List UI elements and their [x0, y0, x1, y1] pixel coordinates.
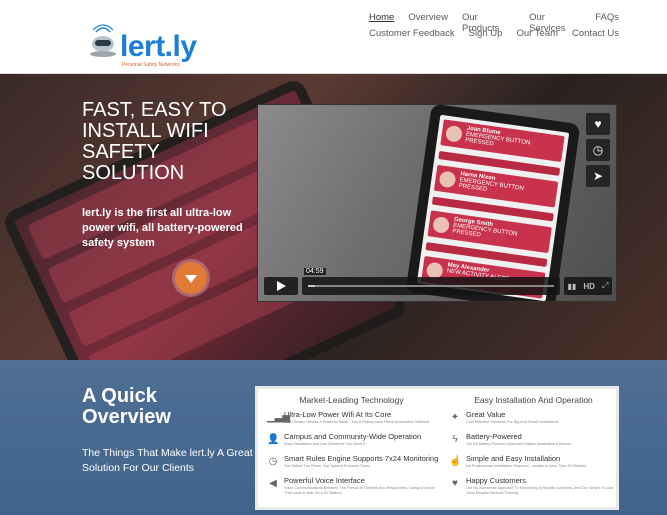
fullscreen-icon[interactable]: ⤢ — [602, 281, 608, 291]
nav-row-primary: Home Overview Our Products Our Services … — [369, 12, 619, 34]
nav-overview[interactable]: Overview — [408, 12, 448, 28]
overview-subtitle: The Things That Make lert.ly A Great Sol… — [82, 447, 253, 474]
user-icon: 👤 — [267, 434, 280, 445]
nav-our-services[interactable]: Our Services — [529, 12, 581, 34]
clock-icon: ◷ — [268, 456, 278, 467]
column-heading: Market-Leading Technology — [299, 395, 404, 405]
features-panel: Market-Leading Technology ▁▃▅ Ultra-Low P… — [255, 386, 619, 510]
feature-title: Ultra-Low Power Wifi At Its Core — [284, 410, 392, 419]
progress-fill — [308, 285, 316, 287]
speaker-icon: ◀ — [269, 478, 277, 489]
nav-our-products[interactable]: Our Products — [462, 12, 515, 34]
feature-item: ♥ Happy Customers Our No-Nonsense Approach… — [446, 477, 621, 495]
heart-icon: ♥ — [452, 478, 458, 489]
feature-title: Simple and Easy Installation — [466, 454, 561, 463]
progress-track[interactable] — [308, 285, 554, 287]
magic-icon: ✦ — [450, 412, 460, 423]
feature-item: ◀ Powerful Voice Interface Voice Communica… — [264, 477, 439, 495]
video-tools: ▮▮ HD ⤢ — [564, 277, 612, 295]
feature-title: Powerful Voice Interface — [284, 476, 365, 485]
feature-item: ◷ Smart Rules Engine Supports 7x24 Monito… — [264, 455, 439, 472]
send-icon[interactable]: ➤ — [586, 165, 610, 187]
video-controls: 04:59 ▮▮ HD ⤢ — [264, 268, 612, 295]
feature-desc: Each Device Utilizes A Powerful Radio - … — [284, 420, 429, 424]
feature-desc: Our No-Nonsense Approach To Monitoring I… — [466, 486, 614, 495]
feature-desc: Easy Installation And Use Wherever You N… — [284, 442, 366, 446]
signal-icon: ▁▃▅ — [267, 412, 291, 423]
hero-title: FAST, EASY TO INSTALL WIFI SAFETY SOLUTI… — [82, 99, 227, 184]
column-heading: Easy Installation And Operation — [474, 395, 593, 405]
nav-row-secondary: Customer Feedback Sign Up Our Team Conta… — [369, 28, 619, 44]
logo-robot-icon — [90, 24, 116, 57]
feature-title: Campus and Community-Wide Operation — [284, 432, 422, 441]
nav-home[interactable]: Home — [369, 12, 394, 28]
play-button[interactable] — [264, 277, 298, 295]
feature-title: Great Value — [466, 410, 506, 419]
clock-icon[interactable]: ◷ — [586, 139, 610, 161]
feature-desc: Cost Effective Solutions For Big And Sma… — [466, 420, 559, 424]
nav-faqs[interactable]: FAQs — [595, 12, 619, 28]
hd-button[interactable]: HD — [583, 282, 595, 291]
feature-title: Smart Rules Engine Supports 7x24 Monitor… — [284, 454, 439, 463]
nav-contact-us[interactable]: Contact Us — [572, 28, 619, 44]
heart-icon[interactable]: ♥ — [586, 113, 610, 135]
feature-desc: Our All Battery Powered Approach Makes I… — [466, 442, 572, 446]
nav-our-team[interactable]: Our Team — [516, 28, 558, 44]
feature-desc: You Define The Rules, Our System Enforce… — [284, 464, 370, 468]
hero-description: lert.ly is the first all ultra-low power… — [82, 207, 243, 249]
nav-sign-up[interactable]: Sign Up — [469, 28, 503, 44]
overview-title: A Quick Overview — [82, 385, 171, 428]
feature-desc: No Professional Installation Required - … — [466, 464, 587, 468]
scroll-down-icon[interactable] — [175, 262, 207, 294]
feature-item: ✦ Great Value Cost Effective Solutions For… — [446, 411, 621, 428]
thumbs-up-icon: ☝ — [449, 456, 462, 467]
feature-title: Happy Customers — [466, 476, 527, 485]
bolt-icon: ϟ — [452, 434, 458, 445]
features-column-right: Easy Installation And Operation ✦ Great V… — [446, 395, 621, 500]
video-tablet-image: Joan Blume EMERGENCY BUTTON PRESSED Harna… — [405, 105, 581, 301]
features-column-left: Market-Leading Technology ▁▃▅ Ultra-Low P… — [264, 395, 439, 500]
feature-title: Battery-Powered — [466, 432, 522, 441]
feature-item: 👤 Campus and Community-Wide Operation Easy… — [264, 433, 439, 450]
overview-section: A Quick Overview The Things That Make le… — [0, 360, 667, 515]
progress-bar[interactable] — [302, 277, 560, 295]
feature-item: ☝ Simple and Easy Installation No Professi… — [446, 455, 621, 472]
video-tablet-screen: Joan Blume EMERGENCY BUTTON PRESSED Harna… — [416, 114, 570, 301]
volume-icon[interactable]: ▮▮ — [568, 282, 577, 291]
feature-desc: Voice Communications Between The Person … — [284, 486, 435, 495]
video-time: 04:59 — [304, 268, 326, 275]
site-header: lert.ly Personal Safety Networks Home Ov… — [0, 0, 667, 74]
logo-text: lert.ly — [120, 30, 197, 63]
logo-tagline: Personal Safety Networks — [122, 62, 180, 68]
video-player[interactable]: Joan Blume EMERGENCY BUTTON PRESSED Harna… — [257, 104, 617, 302]
feature-item: ϟ Battery-Powered Our All Battery Powered … — [446, 433, 621, 450]
logo[interactable]: lert.ly Personal Safety Networks — [80, 10, 210, 68]
feature-item: ▁▃▅ Ultra-Low Power Wifi At Its Core Each … — [264, 411, 439, 428]
nav-customer-feedback[interactable]: Customer Feedback — [369, 28, 455, 44]
main-nav: Home Overview Our Products Our Services … — [369, 12, 619, 44]
video-side-buttons: ♥ ◷ ➤ — [586, 113, 610, 191]
